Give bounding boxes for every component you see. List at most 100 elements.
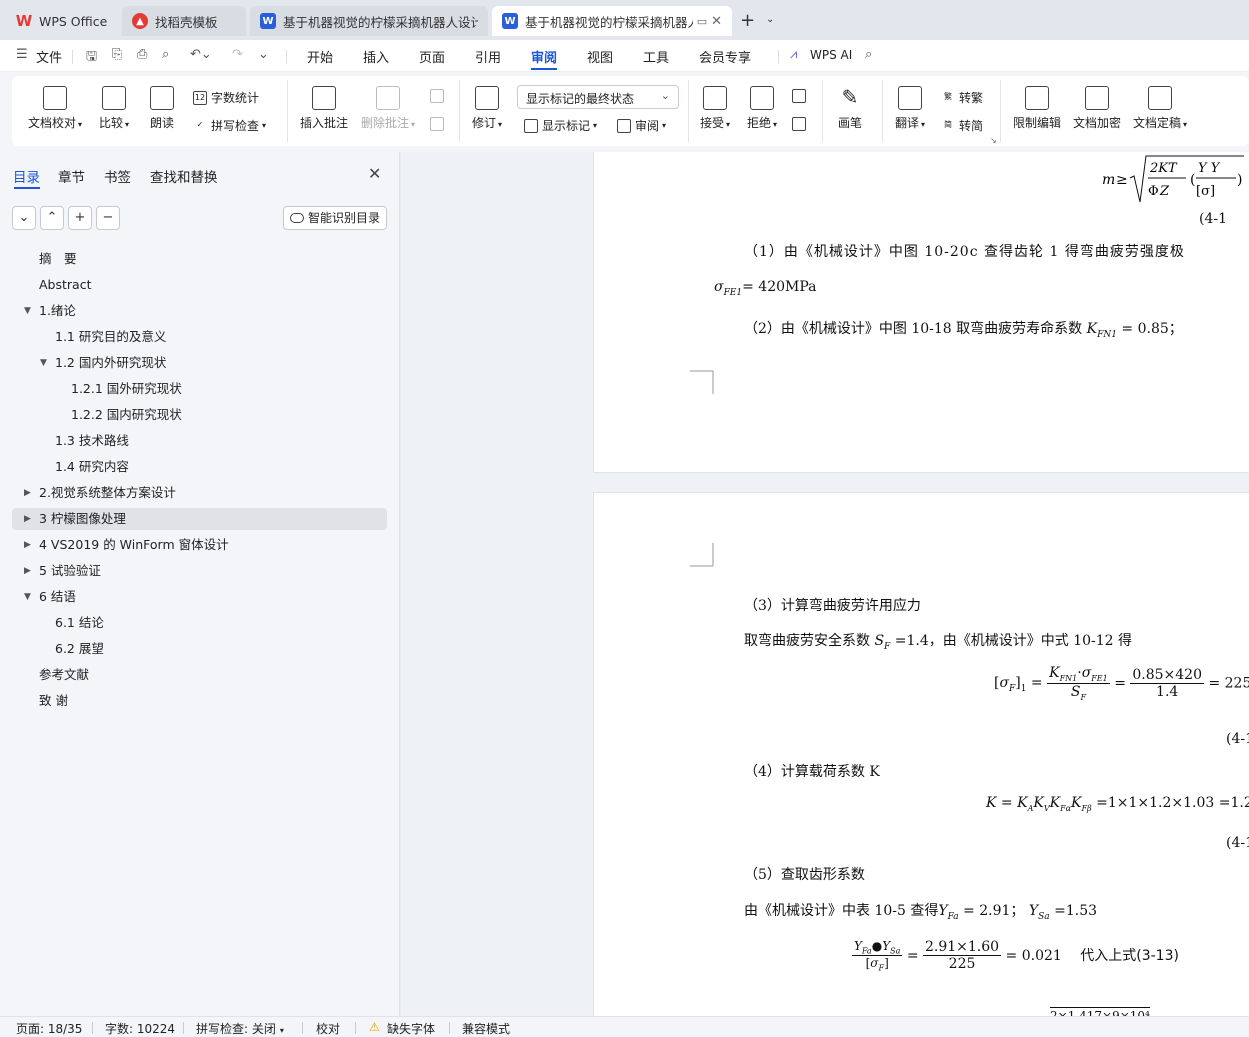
menu-membership[interactable]: 会员专享 (699, 47, 751, 66)
tab-document-1[interactable]: W 基于机器视觉的柠檬采摘机器人设计 (250, 6, 488, 36)
word-count-button[interactable]: 12 字数统计 (193, 89, 259, 106)
tab-find-replace[interactable]: 查找和替换 (150, 166, 218, 186)
close-icon[interactable]: ✕ (707, 14, 722, 29)
missing-font-status[interactable]: 缺失字体 (387, 1020, 435, 1037)
reject-button[interactable]: 拒绝 ▾ (747, 86, 777, 131)
to-simplified-button[interactable]: 简转简 (941, 117, 983, 134)
menu-review[interactable]: 审阅 (531, 47, 557, 66)
translate-button[interactable]: 翻译 ▾ (895, 86, 925, 131)
markup-state-select[interactable]: 显示标记的最终状态 ⌄ (517, 85, 679, 109)
menu-page[interactable]: 页面 (419, 47, 445, 66)
toc-item[interactable]: 6.1 结论 (55, 612, 104, 634)
redo-icon[interactable]: ↷ (232, 47, 243, 62)
tab-bookmarks[interactable]: 书签 (104, 166, 131, 186)
tab-document-2[interactable]: W 基于机器视觉的柠檬采摘机器人 ▭ ✕ (492, 6, 732, 36)
expand-button[interactable]: ⌃ (40, 206, 64, 230)
toc-item[interactable]: 1.3 技术路线 (55, 430, 129, 452)
toc-item[interactable]: 1.绪论 (39, 300, 76, 322)
insert-comment-button[interactable]: 插入批注 (300, 86, 348, 131)
collapse-arrow-icon[interactable]: ▼ (24, 300, 31, 322)
tab-docer[interactable]: ▲ 找稻壳模板 (122, 6, 246, 36)
toc-item[interactable]: 1.2 国内外研究现状 (55, 352, 166, 374)
close-icon[interactable]: ✕ (368, 164, 381, 183)
wps-ai-icon[interactable]: ⩘ (790, 47, 797, 62)
read-aloud-button[interactable]: 朗读 (150, 86, 174, 131)
tab-chapters[interactable]: 章节 (58, 166, 85, 186)
previous-comment-button[interactable] (430, 89, 448, 103)
paragraph: （4）计算载荷系数 K (744, 764, 880, 780)
tab-wps-office[interactable]: W WPS Office (6, 6, 118, 36)
next-comment-button[interactable] (430, 117, 448, 131)
compare-button[interactable]: 比较 ▾ (99, 86, 129, 131)
toc-item[interactable]: 2.视觉系统整体方案设计 (39, 482, 176, 504)
menu-home[interactable]: 开始 (307, 47, 333, 66)
print-preview-icon[interactable]: ⌕ (162, 47, 169, 62)
collapse-arrow-icon[interactable]: ▼ (40, 352, 47, 374)
show-markup-button[interactable]: 显示标记 ▾ (524, 117, 597, 134)
expand-arrow-icon[interactable]: ▶ (24, 482, 31, 504)
encrypt-button[interactable]: 文档加密 (1073, 86, 1121, 131)
share-icon[interactable]: ⎘ (112, 47, 122, 62)
toc-item[interactable]: 致 谢 (39, 690, 68, 712)
new-tab-icon[interactable]: + (740, 10, 755, 31)
word-count-status[interactable]: 字数: 10224 (105, 1020, 175, 1037)
page-indicator[interactable]: 页面: 18/35 (16, 1020, 82, 1037)
print-icon[interactable]: ⎙ (137, 47, 147, 62)
toc-item[interactable]: 1.4 研究内容 (55, 456, 129, 478)
tab-toc[interactable]: 目录 (13, 166, 40, 186)
toc-item[interactable]: 4 VS2019 的 WinForm 窗体设计 (39, 534, 229, 556)
dialog-launcher-icon[interactable]: ↘ (990, 136, 997, 145)
restrict-edit-button[interactable]: 限制编辑 (1013, 86, 1061, 131)
pen-button[interactable]: ✎ 画笔 (838, 86, 862, 131)
read-aloud-icon (150, 86, 174, 110)
menu-tools[interactable]: 工具 (643, 47, 669, 66)
toc-item[interactable]: 5 试验验证 (39, 560, 101, 582)
toc-item[interactable]: 1.2.1 国外研究现状 (71, 378, 182, 400)
smart-toc-button[interactable]: 智能识别目录 (283, 206, 387, 230)
undo-icon[interactable]: ↶⌄ (190, 47, 212, 62)
toc-item[interactable]: Abstract (39, 274, 91, 296)
toc-item[interactable]: 6.2 展望 (55, 638, 104, 660)
previous-change-button[interactable] (792, 89, 810, 103)
collapse-all-button[interactable]: ⌄ (12, 206, 36, 230)
window-icon[interactable]: ▭ (697, 15, 707, 28)
menu-reference[interactable]: 引用 (475, 47, 501, 66)
chevron-down-icon[interactable]: ⌄ (258, 47, 269, 62)
menu-view[interactable]: 视图 (587, 47, 613, 66)
menu-wps-ai[interactable]: WPS AI (810, 48, 852, 62)
menu-insert[interactable]: 插入 (363, 47, 389, 66)
expand-arrow-icon[interactable]: ▶ (24, 534, 31, 556)
formula-fraction: YFa●YSa [σF] (852, 939, 903, 973)
review-pane-button[interactable]: 审阅 ▾ (617, 117, 666, 134)
toc-item[interactable]: 6 结语 (39, 586, 76, 608)
add-heading-button[interactable]: + (68, 206, 92, 230)
collapse-arrow-icon[interactable]: ▼ (24, 586, 31, 608)
svg-text:): ) (1237, 172, 1242, 188)
chevron-down-icon[interactable]: ⌄ (766, 14, 774, 25)
proof-status[interactable]: 校对 (316, 1020, 340, 1037)
to-traditional-button[interactable]: 繁转繁 (941, 89, 983, 106)
next-change-button[interactable] (792, 117, 810, 131)
search-icon[interactable]: ⌕ (865, 47, 872, 62)
delete-comment-button[interactable]: 删除批注 ▾ (361, 86, 415, 131)
proofread-button[interactable]: 文档校对 ▾ (28, 86, 82, 131)
menu-file[interactable]: 文件 (36, 47, 62, 66)
spell-check-button[interactable]: ✓ 拼写检查 ▾ (193, 117, 266, 134)
revise-button[interactable]: 修订 ▾ (472, 86, 502, 131)
formula-partial: 2×1.417×9×10⁴ (1050, 1007, 1150, 1016)
smart-toc-icon (290, 213, 304, 223)
remove-heading-button[interactable]: − (96, 206, 120, 230)
expand-arrow-icon[interactable]: ▶ (24, 508, 31, 530)
finalize-button[interactable]: 文档定稿 ▾ (1133, 86, 1187, 131)
fraction-denominator: 1.4 (1156, 683, 1179, 700)
toc-item[interactable]: 1.1 研究目的及意义 (55, 326, 166, 348)
hamburger-icon[interactable]: ☰ (16, 47, 28, 62)
accept-button[interactable]: 接受 ▾ (700, 86, 730, 131)
spell-check-status[interactable]: 拼写检查: 关闭 ▾ (196, 1020, 284, 1037)
toc-item[interactable]: 摘 要 (39, 248, 77, 270)
toc-item[interactable]: 1.2.2 国内研究现状 (71, 404, 182, 426)
expand-arrow-icon[interactable]: ▶ (24, 560, 31, 582)
toc-item[interactable]: 参考文献 (39, 664, 89, 686)
save-icon[interactable]: 🖫 (86, 47, 97, 69)
toc-item[interactable]: 3 柠檬图像处理 (39, 508, 126, 530)
